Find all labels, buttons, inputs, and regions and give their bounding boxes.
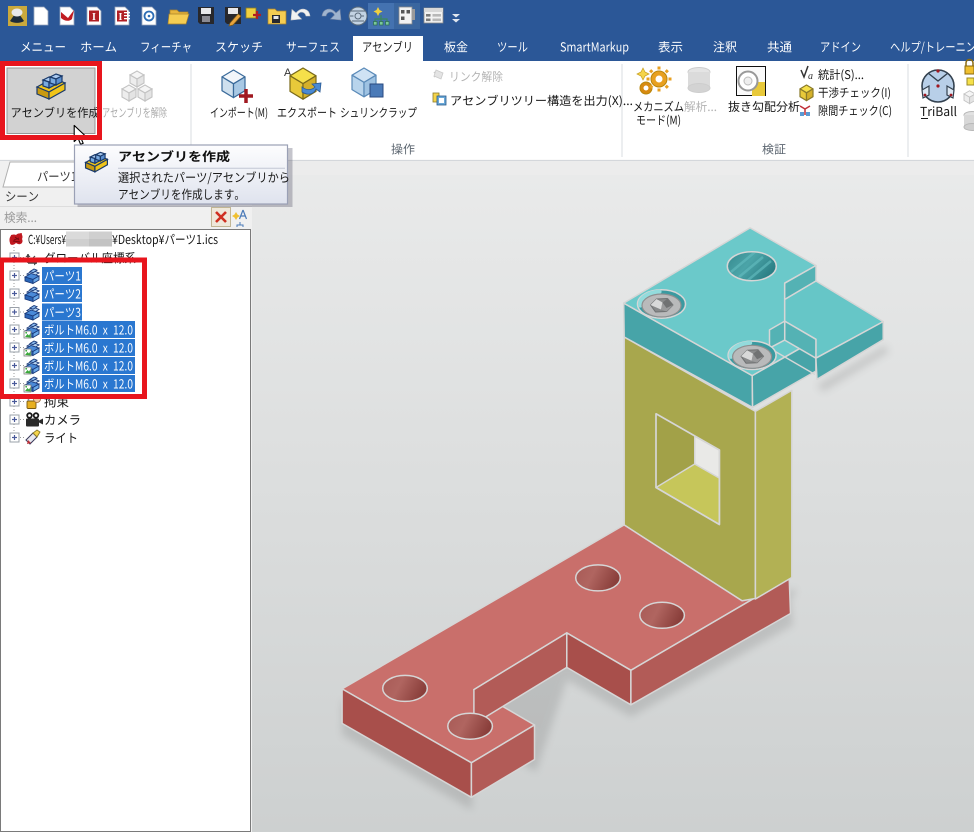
svg-text:I: I bbox=[92, 12, 96, 23]
svg-text:I: I bbox=[119, 12, 123, 23]
svg-text:a: a bbox=[808, 71, 813, 82]
